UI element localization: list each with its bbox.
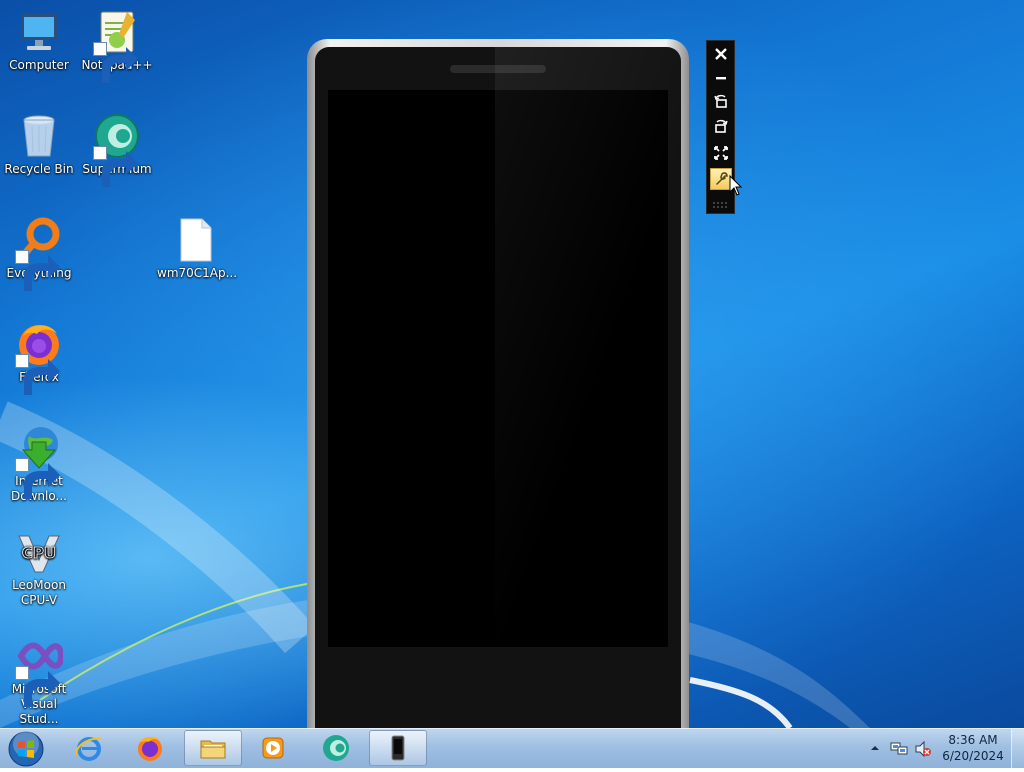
emulator-rotate-right-button[interactable] <box>710 116 732 138</box>
taskbar-internet-explorer[interactable] <box>60 730 118 766</box>
emulator-rotate-left-button[interactable] <box>710 91 732 113</box>
fit-to-screen-icon <box>714 146 728 160</box>
everything-icon <box>15 216 63 291</box>
windows-orb-icon <box>8 731 44 767</box>
taskbar-firefox[interactable] <box>121 730 179 766</box>
rotate-left-icon <box>714 94 727 108</box>
clock-date: 6/20/2024 <box>942 749 1004 763</box>
computer-icon <box>15 8 63 56</box>
shortcut-arrow-icon <box>93 42 138 83</box>
additional-tools-icon <box>716 172 728 185</box>
volume-muted-icon[interactable] <box>914 740 932 758</box>
start-button[interactable] <box>4 730 48 768</box>
close-icon <box>715 48 727 60</box>
desktop-icon-label: LeoMoon CPU-V <box>12 578 66 607</box>
shortcut-arrow-icon <box>15 354 60 395</box>
taskbar-windows-explorer[interactable] <box>184 730 242 766</box>
supermium-icon <box>323 735 349 761</box>
desktop-icon-idm[interactable]: Internet Downlo... <box>1 424 77 504</box>
firefox-icon <box>138 736 162 761</box>
media-player-icon <box>262 737 284 759</box>
internet-explorer-icon <box>75 737 102 761</box>
phone-hardware-buttons <box>315 717 681 728</box>
desktop-icon-computer[interactable]: Computer <box>1 8 77 73</box>
shortcut-arrow-icon <box>15 458 60 499</box>
recycle-bin-icon <box>15 112 63 160</box>
desktop-icon-notepadpp[interactable]: Notepad++ <box>79 8 155 83</box>
supermium-icon <box>93 112 141 187</box>
phone-emulator-icon <box>391 735 405 761</box>
taskbar-media-player[interactable] <box>244 730 302 766</box>
desktop: Computer Notepad++ Recycle Bin Supermium… <box>0 0 1024 728</box>
taskbar: 8:36 AM 6/20/2024 <box>0 728 1024 769</box>
desktop-icon-label: wm70C1Ap... <box>157 266 238 280</box>
taskbar-windows-phone-emulator[interactable] <box>369 730 427 766</box>
firefox-icon <box>15 320 63 395</box>
rotate-right-icon <box>715 119 728 133</box>
phone-emulator-window[interactable] <box>307 39 689 728</box>
emulator-close-button[interactable] <box>710 43 732 65</box>
minimize-icon <box>716 77 726 80</box>
emulator-minimize-button[interactable] <box>710 67 732 89</box>
desktop-icon-file[interactable]: wm70C1Ap... <box>157 216 238 281</box>
notepadpp-icon <box>93 8 141 83</box>
taskbar-supermium[interactable] <box>307 730 365 766</box>
shortcut-arrow-icon <box>93 146 138 187</box>
visual-studio-icon <box>15 632 63 707</box>
mouse-cursor <box>729 175 743 196</box>
emulator-fit-to-screen-button[interactable] <box>710 142 732 164</box>
phone-speaker <box>450 65 546 73</box>
network-icon[interactable] <box>890 741 908 757</box>
phone-emulator-body <box>315 47 681 728</box>
folder-icon <box>200 740 226 759</box>
file-icon <box>171 216 219 264</box>
cpu-v-icon: CPU <box>15 528 63 576</box>
desktop-icon-visual-studio[interactable]: Microsoft Visual Stud... <box>1 632 77 727</box>
shortcut-arrow-icon <box>15 666 60 707</box>
show-hidden-icons-icon[interactable] <box>870 743 880 753</box>
desktop-icon-cpu-v[interactable]: CPU LeoMoon CPU-V <box>1 528 77 608</box>
desktop-icon-everything[interactable]: Everything <box>1 216 77 291</box>
shortcut-arrow-icon <box>15 250 60 291</box>
desktop-icon-recycle-bin[interactable]: Recycle Bin <box>1 112 77 177</box>
clock[interactable]: 8:36 AM 6/20/2024 <box>940 732 1006 764</box>
phone-screen[interactable] <box>328 90 668 647</box>
desktop-icon-supermium[interactable]: Supermium <box>79 112 155 187</box>
desktop-icon-firefox[interactable]: Firefox <box>1 320 77 395</box>
show-desktop-button[interactable] <box>1011 729 1024 769</box>
svg-text:CPU: CPU <box>22 544 56 562</box>
desktop-icon-label: Recycle Bin <box>4 162 74 176</box>
clock-time: 8:36 AM <box>948 733 998 747</box>
desktop-icon-label: Computer <box>9 58 69 72</box>
idm-icon <box>15 424 63 499</box>
toolbar-grip[interactable] <box>712 201 730 209</box>
